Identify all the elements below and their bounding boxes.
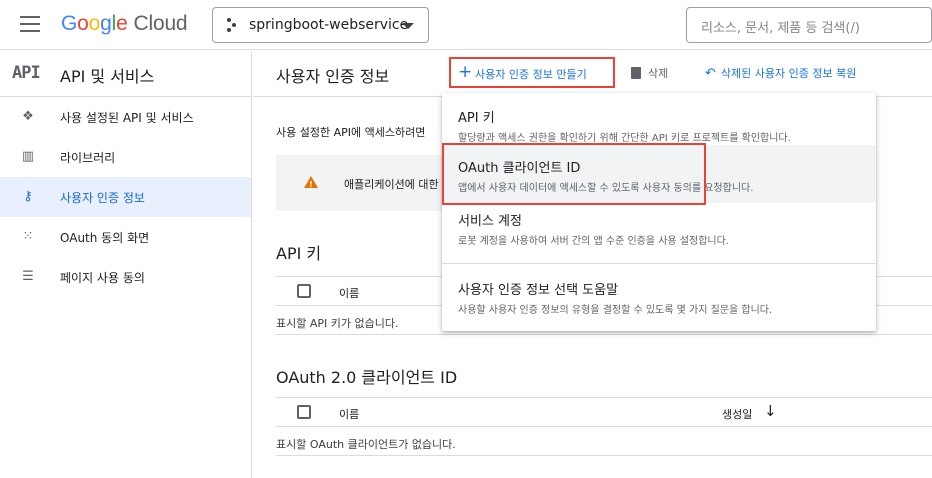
menu-item-api-key[interactable]: API 키 할당량과 액세스 권한을 확인하기 위해 간단한 API 키로 프로… [442, 107, 876, 147]
menu-divider [442, 263, 876, 264]
project-icon [227, 18, 241, 32]
create-credentials-menu: API 키 할당량과 액세스 권한을 확인하기 위해 간단한 API 키로 프로… [442, 93, 876, 331]
google-cloud-logo[interactable]: Google Cloud [61, 12, 188, 36]
library-icon: ▥ [21, 149, 35, 164]
sidebar: API API 및 서비스 ❖ 사용 설정된 API 및 서비스 ▥ 라이브러리… [0, 51, 252, 478]
sidebar-item-page-usage[interactable]: ☰ 페이지 사용 동의 [0, 257, 251, 297]
search-placeholder: 리소스, 문서, 제품 등 검색(/) [701, 21, 860, 36]
dots-grid-icon: ⁙ [22, 229, 34, 244]
dropdown-caret-icon [402, 23, 414, 29]
page-title: 사용자 인증 정보 [276, 67, 390, 86]
sidebar-item-credentials[interactable]: ⚷ 사용자 인증 정보 [0, 177, 251, 217]
action-bar: 사용자 인증 정보 + 사용자 인증 정보 만들기 삭제 ↶ 삭제된 사용자 인증… [253, 51, 932, 97]
menu-icon[interactable] [20, 16, 40, 32]
oauth-clients-title: OAuth 2.0 클라이언트 ID [276, 368, 458, 387]
search-input[interactable]: 리소스, 문서, 제품 등 검색(/) [686, 7, 932, 43]
column-created[interactable]: 생성일 [722, 406, 752, 422]
delete-button[interactable]: 삭제 [631, 65, 668, 81]
restore-deleted-button[interactable]: ↶ 삭제된 사용자 인증 정보 복원 [705, 65, 856, 81]
create-credentials-button[interactable]: + 사용자 인증 정보 만들기 [449, 57, 615, 88]
diamond-dots-icon: ❖ [22, 109, 34, 124]
select-all-checkbox[interactable] [297, 405, 311, 419]
sidebar-title: API 및 서비스 [60, 67, 155, 86]
project-selector[interactable]: springboot-webservice [212, 7, 429, 43]
menu-item-help-me-choose[interactable]: 사용자 인증 정보 선택 도움말 사용할 사용자 인증 정보의 유형을 결정할 … [442, 279, 876, 319]
key-icon: ⚷ [23, 189, 33, 204]
project-name: springboot-webservice [249, 17, 409, 33]
sidebar-item-library[interactable]: ▥ 라이브러리 [0, 137, 251, 177]
sidebar-header: API API 및 서비스 [0, 51, 251, 97]
menu-item-service-account[interactable]: 서비스 계정 로봇 계정을 사용하여 서버 간의 앱 수준 인증을 사용 설정합… [442, 210, 876, 250]
api-keys-title: API 키 [276, 244, 322, 263]
empty-row: 표시할 OAuth 클라이언트가 없습니다. [276, 427, 932, 456]
settings-list-icon: ☰ [22, 269, 34, 284]
column-name: 이름 [339, 408, 360, 421]
oauth-clients-table: 이름 생성일 ↓ 표시할 OAuth 클라이언트가 없습니다. [276, 397, 932, 456]
table-header: 이름 생성일 ↓ [276, 398, 932, 427]
undo-icon: ↶ [705, 66, 716, 81]
sort-arrow-down-icon[interactable]: ↓ [764, 402, 777, 420]
plus-icon: + [458, 62, 473, 82]
trash-icon [631, 67, 641, 79]
warning-banner: ! 애플리케이션에 대한 [276, 155, 466, 211]
intro-text: 사용 설정한 API에 액세스하려면 [276, 126, 426, 139]
top-bar: Google Cloud springboot-webservice 리소스, 문… [0, 0, 932, 50]
sidebar-item-oauth-consent[interactable]: ⁙ OAuth 동의 화면 [0, 217, 251, 257]
oauth-highlight-box [442, 143, 706, 205]
api-logo-icon: API [12, 63, 41, 83]
sidebar-item-enabled-apis[interactable]: ❖ 사용 설정된 API 및 서비스 [0, 97, 251, 137]
column-name: 이름 [339, 287, 360, 300]
banner-text: 애플리케이션에 대한 [344, 178, 439, 191]
select-all-checkbox[interactable] [297, 284, 311, 298]
